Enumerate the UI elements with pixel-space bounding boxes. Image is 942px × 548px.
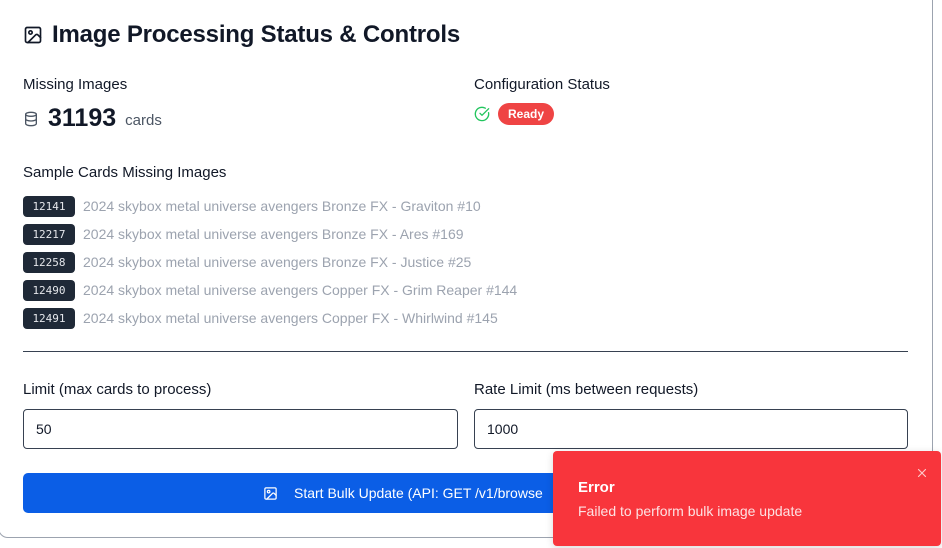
card-id-badge: 12141	[23, 195, 75, 217]
limit-label: Limit (max cards to process)	[23, 381, 212, 398]
rate-limit-label: Rate Limit (ms between requests)	[474, 381, 699, 398]
image-icon	[24, 26, 42, 44]
status-badge: Ready	[498, 103, 555, 125]
card-name: 2024 skybox metal universe avengers Bron…	[83, 226, 464, 242]
card-id-badge: 12258	[23, 251, 75, 273]
sample-cards-list: 12141 2024 skybox metal universe avenger…	[23, 192, 517, 332]
sample-cards-label: Sample Cards Missing Images	[23, 164, 227, 181]
missing-images-stat: 31193 cards	[23, 104, 162, 133]
card-header: Image Processing Status & Controls	[23, 21, 460, 49]
database-icon	[25, 111, 37, 126]
missing-images-count: 31193	[48, 104, 117, 132]
list-item: 12490 2024 skybox metal universe avenger…	[23, 276, 517, 304]
check-circle-icon	[474, 106, 490, 122]
error-toast: Error Failed to perform bulk image updat…	[553, 451, 941, 546]
card-id-badge: 12491	[23, 307, 75, 329]
list-item: 12141 2024 skybox metal universe avenger…	[23, 192, 517, 220]
configuration-status-label: Configuration Status	[474, 76, 610, 93]
list-item: 12491 2024 skybox metal universe avenger…	[23, 304, 517, 332]
card-id-badge: 12217	[23, 223, 75, 245]
card-name: 2024 skybox metal universe avengers Copp…	[83, 310, 498, 326]
limit-input[interactable]	[23, 409, 458, 449]
card-id-badge: 12490	[23, 279, 75, 301]
card-name: 2024 skybox metal universe avengers Bron…	[83, 254, 472, 270]
start-bulk-update-label: Start Bulk Update (API: GET /v1/browse	[294, 485, 543, 501]
missing-images-unit: cards	[125, 111, 162, 129]
missing-images-label: Missing Images	[23, 76, 128, 93]
start-bulk-update-button[interactable]: Start Bulk Update (API: GET /v1/browse	[23, 473, 583, 513]
toast-message: Failed to perform bulk image update	[578, 503, 803, 519]
toast-title: Error	[578, 479, 615, 496]
page-title: Image Processing Status & Controls	[52, 21, 460, 48]
section-divider	[23, 351, 908, 352]
close-icon[interactable]	[915, 466, 929, 480]
list-item: 12258 2024 skybox metal universe avenger…	[23, 248, 517, 276]
list-item: 12217 2024 skybox metal universe avenger…	[23, 220, 517, 248]
image-icon	[264, 486, 277, 500]
rate-limit-input[interactable]	[474, 409, 908, 449]
configuration-status: Ready	[474, 103, 555, 125]
card-name: 2024 skybox metal universe avengers Copp…	[83, 282, 518, 298]
card-name: 2024 skybox metal universe avengers Bron…	[83, 198, 481, 214]
